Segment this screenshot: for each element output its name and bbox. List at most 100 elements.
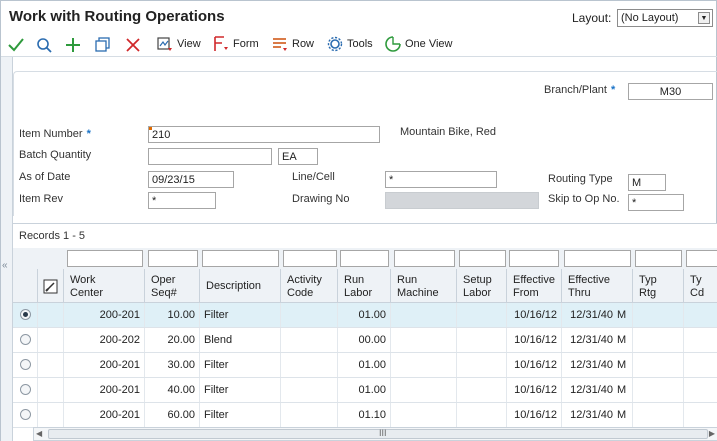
table-row[interactable]: 200-201 10.00 Filter 01.00 10/16/12 12/3…: [13, 303, 717, 328]
skip-to-op-label: Skip to Op No.: [548, 193, 620, 205]
drawing-no-label: Drawing No: [292, 193, 350, 205]
filter-work-center[interactable]: [67, 250, 143, 267]
row-select-radio[interactable]: [20, 384, 31, 395]
cell-ty-cd: [684, 303, 717, 327]
cell-typ-rtg: M: [615, 353, 633, 377]
cell-work-center: 200-201: [64, 303, 145, 327]
double-chevron-left-icon: «: [2, 260, 8, 271]
table-row[interactable]: 200-201 40.00 Filter 01.00 10/16/12 12/3…: [13, 378, 717, 403]
cell-work-center: 200-201: [64, 353, 145, 377]
col-effective-from[interactable]: Effective From: [507, 269, 562, 303]
close-icon[interactable]: [124, 36, 142, 54]
row-select-radio[interactable]: [20, 334, 31, 345]
checkmark-icon[interactable]: [7, 36, 25, 54]
cell-run-machine: [391, 353, 457, 377]
cell-work-center: 200-201: [64, 378, 145, 402]
branch-plant-field[interactable]: M30: [628, 83, 713, 100]
tools-menu-button[interactable]: Tools: [326, 34, 373, 54]
col-run-labor[interactable]: Run Labor: [338, 269, 391, 303]
table-row[interactable]: 200-201 60.00 Filter 01.10 10/16/12 12/3…: [13, 403, 717, 428]
cell-effective-from: 10/16/12: [507, 353, 562, 377]
cell-setup-labor: [457, 353, 507, 377]
required-asterisk-icon: *: [86, 128, 91, 140]
filter-run-labor[interactable]: [340, 250, 389, 267]
table-row[interactable]: 200-202 20.00 Blend 00.00 10/16/12 12/31…: [13, 328, 717, 353]
row-select-radio[interactable]: [20, 409, 31, 420]
batch-uom-field[interactable]: EA: [278, 148, 318, 165]
col-run-machine[interactable]: Run Machine: [391, 269, 457, 303]
as-of-date-field[interactable]: 09/23/15: [148, 171, 234, 188]
col-description[interactable]: Description: [200, 269, 281, 303]
col-ty-cd[interactable]: Ty Cd: [684, 269, 717, 303]
item-number-field[interactable]: 210: [148, 126, 380, 143]
item-number-label: Item Number *: [19, 128, 91, 140]
one-view-button[interactable]: One View: [384, 34, 453, 54]
window-frame: Work with Routing Operations Layout: (No…: [0, 0, 717, 441]
col-typ-rtg[interactable]: Typ Rtg: [633, 269, 684, 303]
cell-effective-from: 10/16/12: [507, 378, 562, 402]
filter-run-machine[interactable]: [394, 250, 455, 267]
cell-run-machine: [391, 328, 457, 352]
cell-work-center: 200-202: [64, 328, 145, 352]
form-menu-label: Form: [233, 38, 259, 50]
batch-quantity-field[interactable]: [148, 148, 272, 165]
item-rev-label: Item Rev: [19, 193, 64, 205]
table-row[interactable]: 200-201 30.00 Filter 01.00 10/16/12 12/3…: [13, 353, 717, 378]
filter-setup-labor[interactable]: [459, 250, 506, 267]
cell-activity-code: [281, 378, 338, 402]
row-select-radio[interactable]: [20, 309, 31, 320]
filter-description[interactable]: [202, 250, 279, 267]
search-icon[interactable]: [35, 36, 53, 54]
col-oper-seq[interactable]: Oper Seq#: [145, 269, 200, 303]
cell-typ-rtg: M: [615, 378, 633, 402]
layout-select-value: (No Layout): [621, 12, 679, 24]
row-menu-button[interactable]: Row: [271, 34, 314, 54]
cell-description: Filter: [200, 353, 281, 377]
form-menu-button[interactable]: Form: [212, 34, 259, 54]
row-icon: [273, 38, 287, 51]
cell-effective-from: 10/16/12: [507, 403, 562, 427]
cell-oper-seq: 10.00: [145, 303, 200, 327]
cell-activity-code: [281, 303, 338, 327]
col-activity-code[interactable]: Activity Code: [281, 269, 338, 303]
filter-effective-from[interactable]: [509, 250, 559, 267]
routing-type-field[interactable]: M: [628, 174, 666, 191]
horizontal-scrollbar[interactable]: ◀ III ▶: [33, 427, 717, 441]
cell-description: Blend: [200, 328, 281, 352]
col-effective-thru[interactable]: Effective Thru: [562, 269, 633, 303]
filter-ty-cd[interactable]: [686, 250, 717, 267]
one-view-label: One View: [405, 38, 453, 50]
copy-icon[interactable]: [94, 36, 112, 54]
filter-oper-seq[interactable]: [148, 250, 198, 267]
scrollbar-thumb[interactable]: III: [48, 428, 708, 439]
side-panel-toggle[interactable]: «: [1, 57, 13, 441]
cell-ty-cd: [684, 403, 717, 427]
tools-menu-label: Tools: [347, 38, 373, 50]
col-setup-labor[interactable]: Setup Labor: [457, 269, 507, 303]
cell-ty-cd: [684, 378, 717, 402]
edit-columns-icon[interactable]: [38, 269, 64, 303]
skip-to-op-field[interactable]: *: [628, 194, 684, 211]
scroll-right-icon[interactable]: ▶: [709, 429, 715, 438]
filter-typ-rtg[interactable]: [635, 250, 682, 267]
filter-effective-thru[interactable]: [564, 250, 631, 267]
drawing-no-field: [385, 192, 539, 209]
filter-activity-code[interactable]: [283, 250, 337, 267]
layout-select[interactable]: (No Layout) ▼: [617, 9, 713, 27]
chevron-down-icon: ▼: [698, 12, 710, 24]
plus-icon[interactable]: [64, 36, 82, 54]
records-count: Records 1 - 5: [19, 230, 86, 242]
scroll-left-icon[interactable]: ◀: [36, 429, 42, 438]
cell-run-machine: [391, 403, 457, 427]
view-menu-button[interactable]: View: [156, 34, 201, 54]
line-cell-field[interactable]: *: [385, 171, 497, 188]
header-select-col: [13, 269, 38, 303]
cell-setup-labor: [457, 378, 507, 402]
grip-icon: III: [379, 428, 387, 438]
view-menu-label: View: [177, 38, 201, 50]
row-select-radio[interactable]: [20, 359, 31, 370]
col-work-center[interactable]: Work Center: [64, 269, 145, 303]
cell-effective-thru: 12/31/40: [570, 334, 613, 346]
routing-grid: Records 1 - 5 Work Center Oper Seq# Desc…: [13, 223, 717, 441]
item-rev-field[interactable]: *: [148, 192, 216, 209]
